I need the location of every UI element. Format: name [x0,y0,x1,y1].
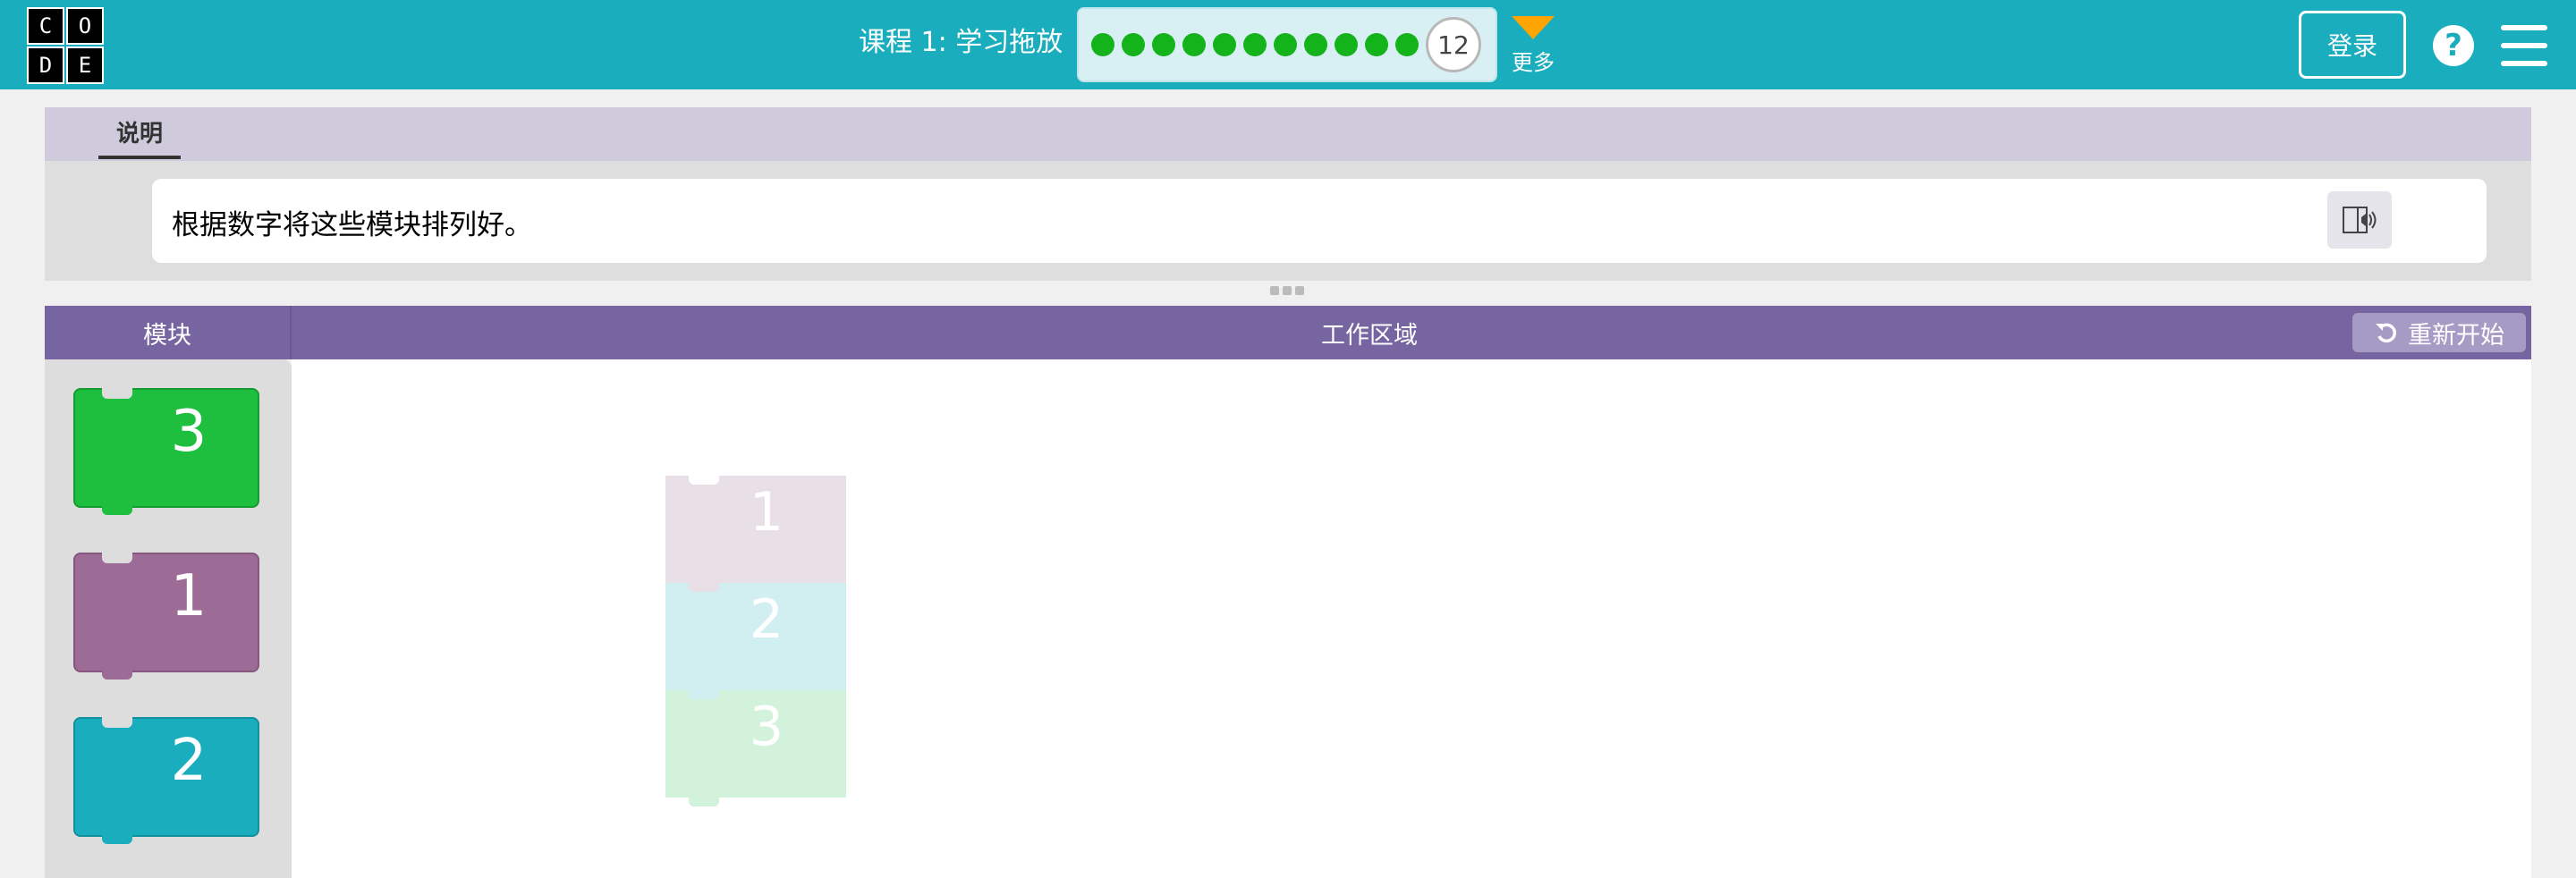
tab-instructions[interactable]: 说明 [98,118,181,159]
hamburger-menu-icon[interactable] [2501,25,2547,66]
block-notch [102,553,132,563]
menu-line [2501,25,2547,30]
level-dot[interactable] [1243,33,1267,56]
current-level-badge[interactable]: 12 [1426,17,1481,72]
level-dot[interactable] [1365,33,1388,56]
text-to-speech-icon [2343,207,2377,233]
menu-line [2501,43,2547,48]
logo-letter-c: C [27,7,64,45]
ghost-block-2: 2 [665,581,846,690]
toolbox: 3 1 2 [45,359,292,878]
top-bar: C O D E 课程 1: 学习拖放 12 更多 登录 ? [0,0,2576,89]
help-icon[interactable]: ? [2433,25,2474,66]
code-logo[interactable]: C O D E [27,7,104,84]
level-dot[interactable] [1335,33,1358,56]
instructions-text: 根据数字将这些模块排列好。 [172,209,532,241]
text-to-speech-button[interactable] [2327,191,2392,249]
more-button[interactable]: 更多 [1508,13,1558,80]
level-dot[interactable] [1213,33,1236,56]
toolbox-block-3[interactable]: 3 [73,388,259,515]
toolbox-title: 模块 [45,306,292,359]
level-progress: 12 [1077,7,1497,82]
grip-dot [1283,286,1292,295]
level-dot[interactable] [1395,33,1419,56]
lesson-title[interactable]: 课程 1: 学习拖放 [859,23,1063,63]
resize-grip[interactable] [1270,286,1306,297]
toolbox-block-1[interactable]: 1 [73,553,259,680]
menu-line [2501,61,2547,66]
ghost-label: 2 [749,588,784,651]
restart-button[interactable]: 重新开始 [2352,313,2526,352]
level-dot[interactable] [1274,33,1297,56]
workspace[interactable]: 1 2 3 [292,359,2531,878]
level-dot[interactable] [1182,33,1206,56]
more-label: 更多 [1512,50,1555,75]
instructions-tab-bar: 说明 [45,107,2531,161]
ghost-block-3: 3 [665,688,846,806]
restart-label: 重新开始 [2408,321,2504,350]
toolbox-block-2[interactable]: 2 [73,717,259,844]
block-label: 3 [170,399,208,465]
logo-letter-o: O [66,7,104,45]
block-tab [689,796,719,806]
ghost-label: 3 [749,696,784,758]
block-notch [102,388,132,399]
logo-letter-d: D [27,46,64,84]
block-tab [102,833,132,844]
block-tab [102,504,132,515]
level-dot[interactable] [1091,33,1114,56]
instructions-panel: 说明 根据数字将这些模块排列好。 [45,107,2531,281]
level-dot[interactable] [1122,33,1145,56]
block-label: 2 [170,728,208,794]
workspace-title: 工作区域 [1321,321,1418,350]
instructions-box: 根据数字将这些模块排列好。 [152,179,2487,263]
workspace-header: 模块 工作区域 重新开始 [45,306,2531,359]
block-notch [102,717,132,728]
logo-letter-e: E [66,46,104,84]
sign-in-button[interactable]: 登录 [2299,11,2406,79]
caret-down-icon [1512,16,1555,39]
block-label: 1 [170,563,208,629]
block-tab [102,669,132,680]
grip-dot [1270,286,1279,295]
level-dot[interactable] [1304,33,1327,56]
ghost-label: 1 [749,481,784,544]
level-dot[interactable] [1152,33,1175,56]
undo-icon [2376,323,2396,343]
grip-dot [1295,286,1304,295]
ghost-block-1: 1 [665,474,846,583]
